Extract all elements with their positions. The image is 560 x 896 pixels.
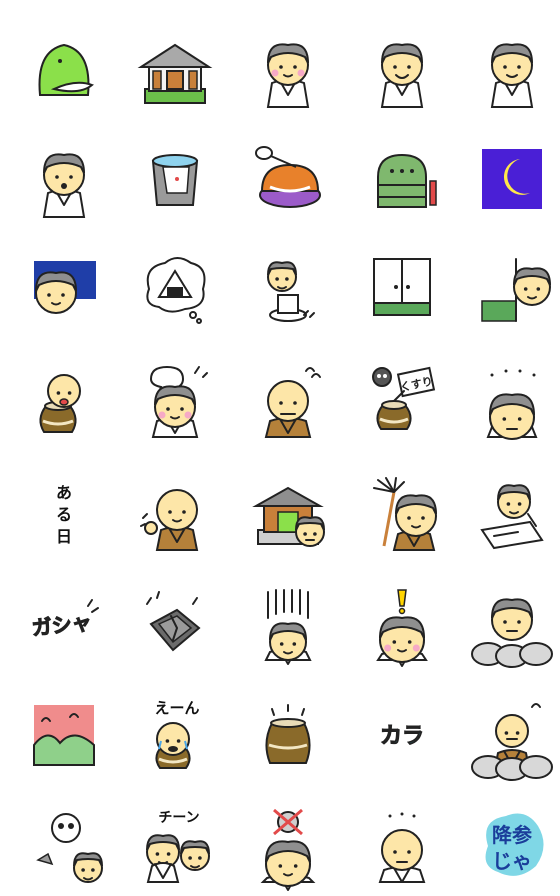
sliding-doors-icon (373, 258, 431, 316)
monk-waving-icon (140, 489, 199, 551)
sticker-monk-crying[interactable]: えーん (137, 697, 213, 773)
monk-sitting-icon (267, 261, 315, 322)
old-monk-angry-icon (264, 367, 321, 438)
aruhi-char-3: 日 (56, 527, 72, 546)
green-creature-icon (38, 43, 94, 96)
old-monk-behind-rocks-icon (471, 703, 553, 781)
sticker-sunset-mountains[interactable] (26, 697, 102, 773)
sticker-monk-writing[interactable] (474, 474, 550, 550)
sunset-mountains-icon (33, 705, 95, 766)
monk-behind-rocks-icon (471, 598, 553, 668)
sticker-monk-sitting[interactable] (250, 249, 326, 325)
monk-with-duster-icon (373, 477, 437, 551)
kara-text-icon: カラ (379, 724, 424, 750)
aruhi-char-1: あ (56, 483, 72, 502)
kara-label: カラ (380, 724, 424, 749)
temple-gate-icon (252, 486, 325, 547)
rice-ball-thought-icon (146, 257, 206, 324)
sticker-grid: くすりある日ガシャ えーん カラ チーン 降参 じゃ (0, 0, 560, 896)
monk-peeking-icon (481, 258, 551, 322)
sticker-monk-eating-from-jar[interactable] (26, 361, 102, 437)
monk-smiling-2-icon (490, 43, 534, 108)
broken-plate-icon (146, 591, 201, 652)
monk-smiling-icon (380, 43, 424, 108)
sticker-gasha-text[interactable]: ガシャ (26, 584, 102, 660)
sticker-old-monk-behind-rocks[interactable] (471, 697, 553, 781)
sticker-rice-ball-thought[interactable] (137, 249, 213, 325)
sticker-bucket[interactable] (137, 141, 213, 217)
monk-exclamation-icon (376, 589, 428, 667)
monk-blushing-icon (266, 43, 310, 108)
ja-label: じゃ (492, 849, 532, 873)
sticker-aruhi-text[interactable]: ある日 (26, 474, 102, 550)
sticker-old-monk-angry[interactable] (250, 361, 326, 438)
aruhi-char-2: る (56, 505, 72, 524)
sticker-monk-exclamation[interactable] (364, 584, 440, 667)
monks-chiin-icon: チーン (146, 810, 210, 883)
crescent-moon-night-icon (482, 149, 542, 209)
monk-writing-icon (480, 484, 544, 550)
kousan-label: 降参 (492, 823, 532, 847)
een-label: えーん (154, 699, 199, 717)
sticker-monk-peeking[interactable] (474, 249, 551, 325)
sticker-monk-smiling[interactable] (364, 31, 440, 108)
sticker-monk-waving[interactable] (137, 474, 213, 551)
monk-surprised-icon (42, 153, 86, 218)
kousan-ja-text-icon: 降参じゃ (485, 813, 544, 876)
sticker-broken-plate[interactable] (137, 584, 213, 660)
sticker-temple-building[interactable] (137, 31, 213, 107)
sticker-monk-dots[interactable] (364, 806, 440, 883)
temple-bell-icon (377, 153, 437, 208)
monk-shocked-lines-icon (264, 589, 312, 665)
monk-thinking-icon (149, 365, 208, 438)
sticker-monk-shocked-lines[interactable] (250, 584, 326, 665)
sticker-sliding-doors[interactable] (364, 249, 440, 325)
gasha-label: ガシャ (31, 610, 93, 640)
sticker-monk-surprised[interactable] (26, 141, 102, 218)
aruhi-text-icon: ある日 (56, 483, 72, 546)
sticker-monk-with-duster[interactable] (364, 474, 440, 551)
sticker-monk-smiling-2[interactable] (474, 31, 550, 108)
clay-jar-icon (265, 704, 311, 764)
bucket-icon (151, 154, 199, 206)
sticker-monk-silent[interactable] (474, 361, 550, 440)
no-skull-monk-icon (260, 808, 316, 891)
sticker-kousan-ja-text[interactable]: 降参 じゃ (474, 806, 550, 882)
monk-eating-from-jar-icon (39, 374, 81, 433)
sticker-monk-in-bed[interactable] (26, 249, 102, 325)
sticker-green-creature[interactable] (26, 31, 102, 107)
monk-silent-icon (486, 369, 538, 440)
sticker-temple-gate[interactable] (250, 474, 326, 550)
skull-broken-icon (36, 813, 103, 883)
sticker-monk-behind-rocks[interactable] (471, 584, 553, 668)
sticker-poison-medicine-jar[interactable]: くすり (364, 361, 440, 437)
sticker-monk-blushing[interactable] (250, 31, 326, 108)
gasha-text-icon: ガシャ (30, 599, 99, 641)
bowl-with-mallet-icon (255, 146, 321, 208)
monk-crying-icon: えーん (154, 699, 200, 769)
sticker-clay-jar[interactable] (250, 697, 326, 773)
chiin-label: チーン (158, 810, 199, 826)
sticker-crescent-moon-night[interactable] (474, 141, 550, 217)
poison-medicine-jar-icon: くすり (372, 366, 436, 430)
temple-building-icon (137, 43, 213, 104)
sticker-no-skull-monk[interactable] (250, 806, 326, 891)
monk-in-bed-icon (34, 261, 96, 321)
monk-dots-icon (378, 812, 426, 883)
sticker-monks-chiin[interactable]: チーン (137, 806, 213, 883)
sticker-kara-text[interactable]: カラ (364, 697, 440, 773)
sticker-bowl-with-mallet[interactable] (250, 141, 326, 217)
sticker-monk-thinking[interactable] (137, 361, 213, 438)
sticker-skull-broken[interactable] (26, 806, 103, 883)
sticker-temple-bell[interactable] (364, 141, 440, 217)
